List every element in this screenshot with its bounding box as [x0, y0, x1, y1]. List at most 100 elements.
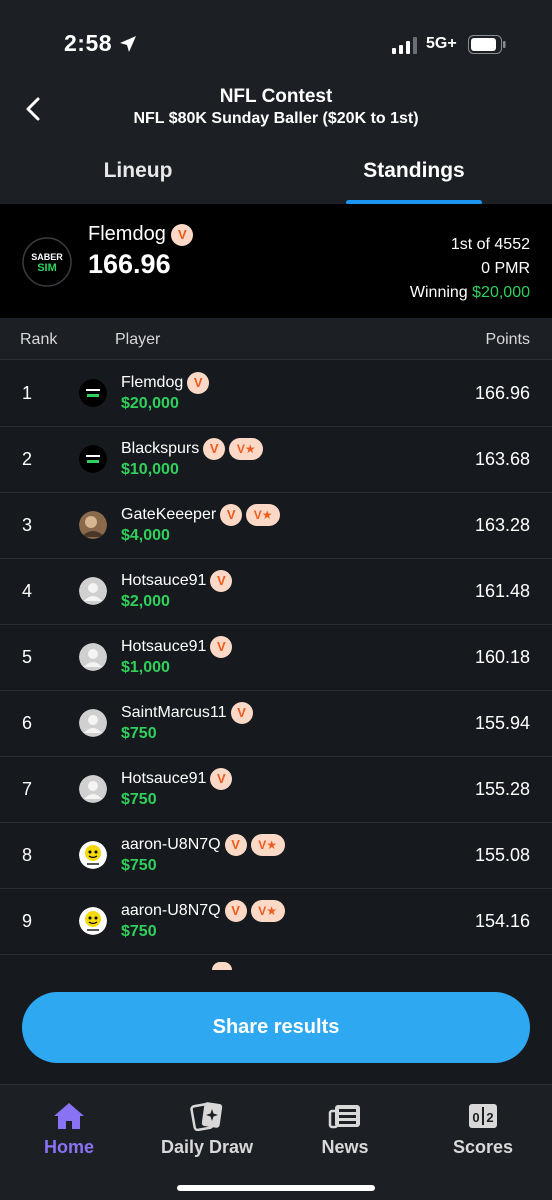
summary-logo-bottom-text: SIM [37, 262, 57, 274]
standings-row[interactable]: 3 GateKeeeper V V★ $4,000 163.28 [0, 493, 552, 559]
v-badge: V [224, 834, 247, 856]
row-player-name-text: Blackspurs [121, 440, 200, 458]
row-player-name-text: Hotsauce91 [121, 572, 207, 590]
default-avatar [79, 709, 107, 737]
v-badge: V [210, 570, 233, 592]
row-player-name-text: aaron-U8N7Q [121, 836, 221, 854]
row-player-name: aaron-U8N7Q V V★ [121, 900, 285, 922]
scores-icon: 0 2 [469, 1104, 497, 1128]
battery-icon [468, 35, 506, 54]
nav-daily-draw[interactable]: Daily Draw [138, 1085, 276, 1175]
row-player-name-text: SaintMarcus11 [121, 704, 227, 722]
v-badge: V [220, 504, 243, 526]
sabersim-logo: SABER SIM [22, 237, 72, 287]
vstar-badge: V★ [229, 438, 264, 460]
user-rank: 1st of 4552 [450, 236, 530, 253]
nav-home[interactable]: Home [0, 1085, 138, 1175]
row-player-name: GateKeeeper V V★ [121, 504, 281, 526]
vstar-badge: V★ [246, 504, 281, 526]
summary-logo-top-text: SABER [31, 252, 63, 262]
nav-news[interactable]: News [276, 1085, 414, 1175]
v-badge: V [171, 223, 194, 246]
column-player: Player [115, 331, 161, 348]
v-badge: V [230, 702, 253, 724]
row-rank: 3 [22, 515, 33, 535]
column-points: Points [485, 331, 530, 348]
share-results-button[interactable]: Share results [22, 992, 530, 1063]
user-summary: SABER SIM Flemdog V 166.96 1st of 4552 0… [0, 204, 552, 318]
daily-draw-icon [190, 1102, 223, 1131]
standings-row[interactable]: 2 Blackspurs V V★ $10,000 163.68 [0, 427, 552, 493]
tab-lineup[interactable]: Lineup [60, 159, 216, 183]
row-points: 166.96 [474, 383, 530, 403]
row-player-name: Hotsauce91 V [121, 636, 233, 658]
v-badge [212, 962, 232, 970]
photo-avatar [79, 511, 107, 539]
home-indicator [177, 1185, 375, 1191]
row-rank: 9 [22, 911, 33, 931]
cartoon-avatar [79, 841, 107, 869]
row-player-name: SaintMarcus11 V [121, 702, 253, 724]
standings-row[interactable]: 1 Flemdog V $20,000 166.96 [0, 361, 552, 427]
winning-label: Winning [409, 284, 468, 301]
nav-news-label: News [321, 1137, 369, 1157]
row-points: 154.16 [474, 911, 530, 931]
location-arrow-icon [120, 36, 136, 52]
row-rank: 2 [22, 449, 33, 469]
home-icon [54, 1103, 84, 1129]
status-time: 2:58 [64, 30, 113, 56]
standings-row[interactable]: 9 aaron-U8N7Q V V★ $750 154.16 [0, 889, 552, 955]
row-prize: $20,000 [121, 395, 179, 412]
row-player-name-text: GateKeeeper [121, 506, 217, 524]
standings-row[interactable]: 6 SaintMarcus11 V $750 155.94 [0, 691, 552, 757]
standings-row[interactable]: 7 Hotsauce91 V $750 155.28 [0, 757, 552, 823]
sabersim-logo [79, 445, 107, 473]
standings-row[interactable]: 5 Hotsauce91 V $1,000 160.18 [0, 625, 552, 691]
page-title: NFL Contest [219, 86, 333, 107]
contest-name: NFL $80K Sunday Baller ($20K to 1st) [133, 110, 419, 127]
row-player-name: Flemdog V [121, 372, 210, 394]
row-player-name: aaron-U8N7Q V V★ [121, 834, 285, 856]
row-prize: $750 [121, 857, 157, 874]
row-player-name-text: Hotsauce91 [121, 770, 207, 788]
row-player-name-text: Hotsauce91 [121, 638, 207, 656]
row-rank: 4 [22, 581, 33, 601]
row-prize: $2,000 [121, 593, 170, 610]
standings-row[interactable]: 8 aaron-U8N7Q V V★ $750 155.08 [0, 823, 552, 889]
share-area: Share results [0, 970, 552, 1084]
row-rank: 8 [22, 845, 33, 865]
default-avatar [79, 643, 107, 671]
v-badge: V [210, 768, 233, 790]
user-pmr: 0 PMR [481, 260, 530, 277]
row-points: 163.28 [474, 515, 530, 535]
row-prize: $750 [121, 725, 157, 742]
tab-standings[interactable]: Standings [336, 159, 492, 183]
row-points: 160.18 [474, 647, 530, 667]
nav-daily-draw-label: Daily Draw [160, 1137, 254, 1157]
row-player-name: Blackspurs V V★ [121, 438, 264, 460]
next-row-badges-peek [212, 962, 272, 970]
row-player-name-text: Flemdog [121, 374, 184, 392]
row-points: 163.68 [474, 449, 530, 469]
svg-text:0: 0 [472, 1110, 479, 1125]
user-winnings: Winning $20,000 [410, 284, 530, 302]
nav-home-label: Home [43, 1137, 94, 1157]
row-points: 155.94 [474, 713, 530, 733]
row-rank: 6 [22, 713, 33, 733]
user-score: 166.96 [88, 249, 171, 279]
v-badge: V [187, 372, 210, 394]
column-rank: Rank [20, 331, 58, 348]
sabersim-logo [79, 379, 107, 407]
row-prize: $750 [121, 923, 157, 940]
standings-list[interactable]: 1 Flemdog V $20,000 166.96 2 Blackspurs V V★ $10,… [0, 361, 552, 970]
v-badge: V [203, 438, 226, 460]
standings-row[interactable]: 4 Hotsauce91 V $2,000 161.48 [0, 559, 552, 625]
status-bar: 2:58 5G+ [0, 0, 552, 80]
vstar-badge: V★ [250, 834, 285, 856]
network-type: 5G+ [426, 35, 457, 52]
nav-scores[interactable]: 0 2 Scores [414, 1085, 552, 1175]
standings-column-headers: Rank Player Points [0, 318, 552, 360]
cartoon-avatar [79, 907, 107, 935]
cellular-signal-icon [392, 37, 417, 54]
contest-header: NFL Contest NFL $80K Sunday Baller ($20K… [0, 80, 552, 205]
